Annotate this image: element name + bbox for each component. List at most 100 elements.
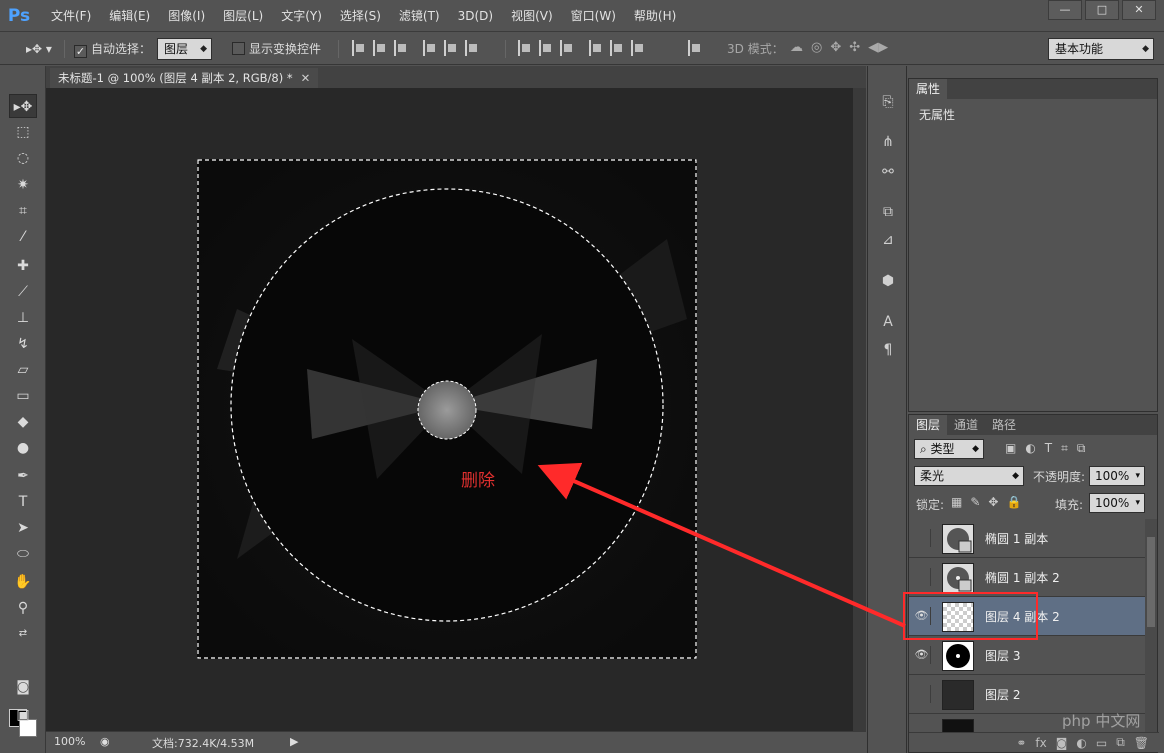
lock-icons[interactable]: ▦✎✥🔒 <box>951 495 1029 509</box>
align-hcenter-icon[interactable] <box>444 40 458 56</box>
group-icon[interactable]: ▭ <box>1096 736 1107 750</box>
tab-properties[interactable]: 属性 <box>909 79 948 99</box>
distribute-vcenter-icon[interactable] <box>539 40 553 56</box>
3d-scale-icon[interactable]: ◀▶ <box>868 40 888 55</box>
layer-row[interactable]: 椭圆 1 副本 <box>909 519 1145 558</box>
swap-colors-icon[interactable]: ⇄ <box>9 622 37 646</box>
3d-rotate-icon[interactable]: ☁ <box>790 40 803 55</box>
distribute-hcenter-icon[interactable] <box>610 40 624 56</box>
blend-mode-dropdown[interactable]: 柔光 ◆ <box>914 466 1024 486</box>
eye-icon[interactable]: 👁 <box>913 646 931 664</box>
minimize-button[interactable]: — <box>1048 0 1082 20</box>
distribute-top-icon[interactable] <box>518 40 532 56</box>
visibility-toggle[interactable] <box>913 685 931 703</box>
zoom-tool-icon[interactable]: ⚲ <box>9 596 37 620</box>
close-button[interactable]: ✕ <box>1122 0 1156 20</box>
status-info-icon[interactable]: ◉ <box>100 735 110 748</box>
distribute-left-icon[interactable] <box>589 40 603 56</box>
brush-tool-icon[interactable]: ⟋ <box>9 280 37 304</box>
menu-filter[interactable]: 滤镜(T) <box>390 0 449 32</box>
trash-icon[interactable]: 🗑 <box>1134 736 1149 750</box>
3d-panel-icon[interactable]: ⬢ <box>878 271 898 291</box>
type-tool-icon[interactable]: T <box>9 490 37 514</box>
workspace-dropdown[interactable]: 基本功能 ◆ <box>1048 38 1154 60</box>
document-canvas[interactable] <box>197 159 697 659</box>
align-top-icon[interactable] <box>352 40 366 56</box>
layers-scrollbar[interactable] <box>1145 519 1157 734</box>
opacity-input[interactable]: 100% ▾ <box>1089 466 1145 486</box>
canvas-area[interactable] <box>46 88 853 731</box>
adjustment-icon[interactable]: ◐ <box>1076 736 1086 750</box>
eyedropper-tool-icon[interactable]: ⁄ <box>9 225 37 249</box>
3d-roll-icon[interactable]: ◎ <box>811 40 822 55</box>
distribute-bottom-icon[interactable] <box>560 40 574 56</box>
menu-window[interactable]: 窗口(W) <box>562 0 625 32</box>
layer-filter-icons[interactable]: ▣◐T⌗⧉ <box>1005 441 1094 456</box>
menu-edit[interactable]: 编辑(E) <box>100 0 159 32</box>
fill-input[interactable]: 100% ▾ <box>1089 493 1145 513</box>
history-brush-tool-icon[interactable]: ↯ <box>9 332 37 356</box>
clone-source-icon[interactable]: ⧉ <box>878 202 898 222</box>
layer-name[interactable]: 椭圆 1 副本 2 <box>985 569 1060 586</box>
auto-select-checkbox[interactable]: ✓ 自动选择： <box>74 39 151 59</box>
path-selection-tool-icon[interactable]: ➤ <box>9 516 37 540</box>
layer-name[interactable]: 图层 3 <box>985 647 1020 664</box>
3d-pan-icon[interactable]: ✥ <box>830 40 841 55</box>
quick-mask-icon[interactable]: ◙ <box>9 675 37 699</box>
healing-brush-tool-icon[interactable]: ✚ <box>9 254 37 278</box>
menu-view[interactable]: 视图(V) <box>502 0 562 32</box>
align-left-icon[interactable] <box>423 40 437 56</box>
maximize-button[interactable]: □ <box>1085 0 1119 20</box>
scrollbar-thumb[interactable] <box>1147 537 1155 627</box>
align-vcenter-icon[interactable] <box>373 40 387 56</box>
auto-select-target-dropdown[interactable]: 图层 ◆ <box>157 38 212 60</box>
brush-settings-icon[interactable]: ⚯ <box>878 162 898 182</box>
lasso-tool-icon[interactable]: ◌ <box>9 146 37 170</box>
canvas-vertical-scrollbar[interactable] <box>853 88 866 731</box>
menu-select[interactable]: 选择(S) <box>331 0 390 32</box>
menu-help[interactable]: 帮助(H) <box>625 0 685 32</box>
menu-image[interactable]: 图像(I) <box>159 0 214 32</box>
new-layer-icon[interactable]: ⧉ <box>1116 735 1125 750</box>
dodge-tool-icon[interactable]: ● <box>9 436 37 460</box>
ellipse-tool-icon[interactable]: ⬭ <box>9 542 37 566</box>
paragraph-panel-icon[interactable]: ¶ <box>878 340 898 360</box>
magic-wand-tool-icon[interactable]: ✷ <box>9 173 37 197</box>
zoom-level[interactable]: 100% <box>54 735 85 748</box>
menu-3d[interactable]: 3D(D) <box>449 0 502 32</box>
close-tab-icon[interactable]: ✕ <box>301 71 311 85</box>
character-panel-icon[interactable]: A <box>878 312 898 332</box>
screen-mode-icon[interactable]: ▣ <box>9 703 37 727</box>
distribute-right-icon[interactable] <box>631 40 645 56</box>
visibility-toggle[interactable] <box>913 568 931 586</box>
pen-tool-icon[interactable]: ✒ <box>9 464 37 488</box>
tab-channels[interactable]: 通道 <box>947 415 985 435</box>
align-bottom-icon[interactable] <box>394 40 408 56</box>
layer-name[interactable]: 椭圆 1 副本 <box>985 530 1048 547</box>
blur-tool-icon[interactable]: ◆ <box>9 410 37 434</box>
layer-name[interactable]: 图层 2 <box>985 686 1020 703</box>
align-right-icon[interactable] <box>465 40 479 56</box>
menu-type[interactable]: 文字(Y) <box>272 0 331 32</box>
menu-layer[interactable]: 图层(L) <box>214 0 272 32</box>
layer-row[interactable]: 👁 图层 3 <box>909 636 1145 675</box>
crop-tool-icon[interactable]: ⌗ <box>9 199 37 223</box>
layer-row[interactable]: 图层 2 <box>909 675 1145 714</box>
show-transform-checkbox[interactable]: 显示变换控件 <box>232 39 321 59</box>
tool-presets-icon[interactable]: ⊿ <box>878 230 898 250</box>
gradient-tool-icon[interactable]: ▭ <box>9 384 37 408</box>
visibility-toggle[interactable] <box>913 529 931 547</box>
fx-icon[interactable]: fx <box>1035 736 1046 750</box>
history-panel-icon[interactable]: ⎘ <box>878 92 898 112</box>
document-tab[interactable]: 未标题-1 @ 100% (图层 4 副本 2, RGB/8) * ✕ <box>50 68 319 88</box>
menu-file[interactable]: 文件(F) <box>42 0 100 32</box>
mask-icon[interactable]: ◙ <box>1056 736 1068 750</box>
brush-presets-icon[interactable]: ⋔ <box>878 132 898 152</box>
link-icon[interactable]: ⚭ <box>1016 736 1026 750</box>
tab-layers[interactable]: 图层 <box>909 415 948 435</box>
auto-align-icon[interactable] <box>688 40 702 56</box>
marquee-tool-icon[interactable]: ⬚ <box>9 120 37 144</box>
3d-slide-icon[interactable]: ✣ <box>849 40 860 55</box>
status-menu-arrow-icon[interactable]: ▶ <box>290 735 298 748</box>
move-tool-icon[interactable]: ▸✥ <box>9 94 37 118</box>
